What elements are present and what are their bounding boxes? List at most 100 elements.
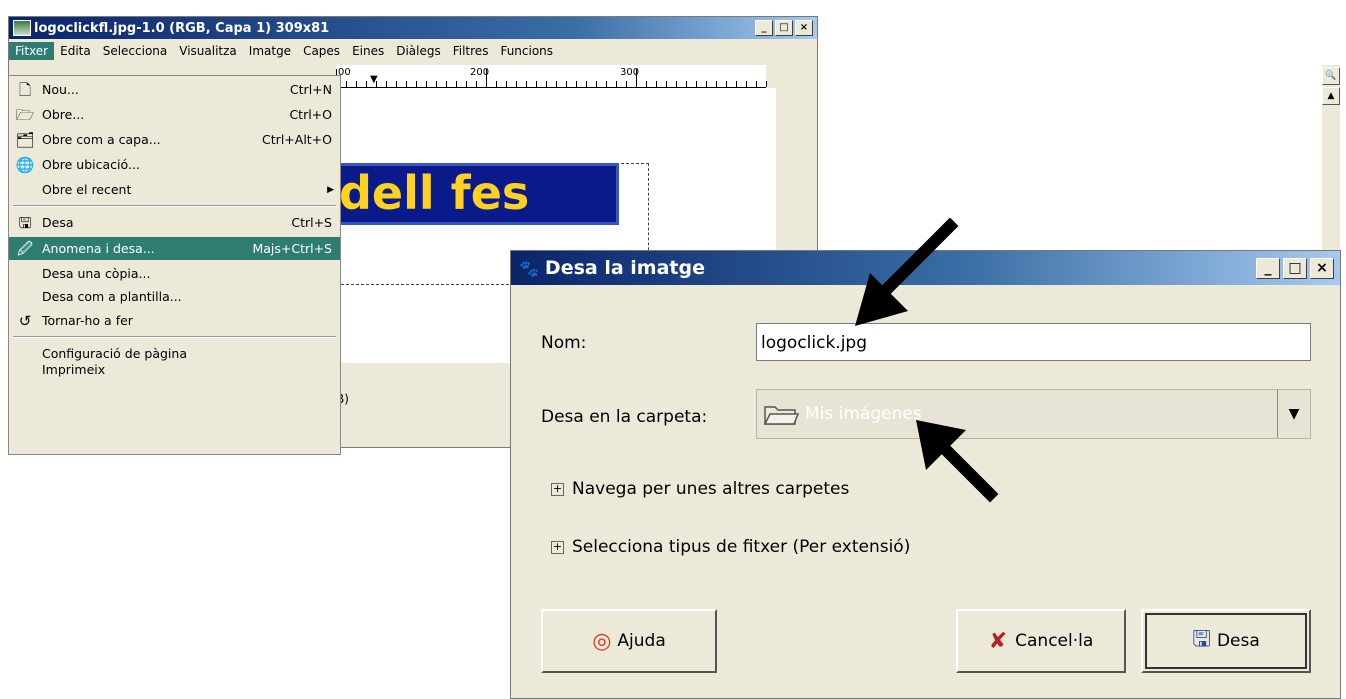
menu-item-anomena-i-desa[interactable]: 🖉 Anomena i desa... Majs+Ctrl+S [9,237,340,260]
expander-label: Navega per unes altres carpetes [572,479,850,499]
cancel-button-label: Cancel·la [1015,631,1094,651]
ruler-tick [746,81,747,87]
ruler-tick [766,81,767,87]
menu-imatge[interactable]: Imatge [243,42,297,60]
menu-item-obre[interactable]: 🗁 Obre... Ctrl+O [9,103,340,126]
menu-item-nou[interactable]: 🗋 Nou... Ctrl+N [9,78,340,101]
close-button[interactable]: × [795,20,813,36]
maximize-button[interactable]: □ [775,20,793,36]
menu-item-label: Anomena i desa... [42,241,155,256]
menu-item-obre-ubicacio[interactable]: 🌐 Obre ubicació... [9,153,340,176]
save-button[interactable]: 🖫 Desa [1141,609,1311,673]
horizontal-ruler: 00 200 300 ▼ [336,65,767,88]
menubar: Fitxer Edita Selecciona Visualitza Imatg… [9,41,817,61]
ruler-tick [386,81,387,87]
ruler-tick [406,81,407,87]
dialog-title: Desa la imatge [544,257,705,279]
zoom-icon[interactable]: 🔍 [1322,67,1340,85]
ruler-tick [526,81,527,87]
menu-fitxer[interactable]: Fitxer [9,42,55,60]
menu-item-label: Nou... [42,82,79,97]
menu-item-label: Imprimeix [42,361,106,377]
ruler-tick [496,81,497,87]
save-button-label: Desa [1216,631,1260,651]
menu-funcions[interactable]: Funcions [494,42,559,60]
ruler-tick [506,81,507,87]
menu-item-label: Desa una còpia... [42,266,151,281]
annotation-arrow-name [855,218,959,326]
menu-item-label: Obre el recent [42,182,132,197]
menu-filtres[interactable]: Filtres [447,42,495,60]
ruler-tick [616,81,617,87]
menu-item-obre-recent[interactable]: Obre el recent ▶ [9,178,340,201]
maximize-button[interactable]: □ [1283,258,1307,279]
ruler-tick [516,81,517,87]
cancel-button[interactable]: ✘ Cancel·la [956,609,1126,673]
menu-capes[interactable]: Capes [297,42,346,60]
ruler-tick [356,81,357,87]
ruler-tick [646,81,647,87]
folder-value: Mis imágenes [805,404,922,424]
file-type-expander[interactable]: + Selecciona tipus de fitxer (Per extensi… [551,537,910,557]
menu-eines[interactable]: Eines [346,42,390,60]
close-button[interactable]: × [1310,258,1334,279]
ruler-tick [446,81,447,87]
ruler-tick [676,81,677,87]
ruler-tick [466,81,467,87]
ruler-tick [416,81,417,87]
menu-item-label: Obre com a capa... [42,132,161,147]
file-menu: 🗋 Nou... Ctrl+N 🗁 Obre... Ctrl+O 🗂 Obre … [8,75,341,455]
menu-separator [13,336,336,338]
menu-item-shortcut: Ctrl+O [289,107,332,122]
scroll-up-button[interactable]: ▲ [1322,87,1340,105]
expander-label: Selecciona tipus de fitxer (Per extensió… [572,537,911,557]
menu-dialegs[interactable]: Diàlegs [390,42,447,60]
logo-image: dell fes Clic [336,163,619,225]
image-window-titlebar[interactable]: logoclickfl.jpg-1.0 (RGB, Capa 1) 309x81… [9,17,817,39]
menu-visualitza[interactable]: Visualitza [173,42,243,60]
ruler-tick [426,81,427,87]
menu-edita[interactable]: Edita [54,42,97,60]
gimp-wilber-icon: 🐾 [519,258,539,278]
save-as-icon: 🖉 [17,239,33,258]
folder-label: Desa en la carpeta: [541,407,708,427]
ruler-tick [626,81,627,87]
ruler-tick [596,81,597,87]
annotation-arrow-folder [916,420,999,503]
open-folder-icon: 🗁 [15,105,35,124]
save-icon: 🖫 [18,213,32,232]
menu-item-desa-com-a-plantilla[interactable]: Desa com a plantilla... [9,285,340,308]
menu-item-shortcut: Ctrl+S [291,215,332,230]
ruler-tick [546,81,547,87]
ruler-tick [586,81,587,87]
ruler-tick [726,81,727,87]
browse-folders-expander[interactable]: + Navega per unes altres carpetes [551,479,849,499]
menu-item-tornar-ho-a-fer[interactable]: ↺ Tornar-ho a fer [9,309,340,332]
menu-item-label: Obre... [42,107,85,122]
revert-icon: ↺ [18,311,32,330]
ruler-tick [686,81,687,87]
minimize-button[interactable]: _ [755,20,773,36]
ruler-tick [376,81,377,87]
menu-item-desa[interactable]: 🖫 Desa Ctrl+S [9,211,340,234]
minimize-button[interactable]: _ [1256,258,1280,279]
ruler-tick [636,69,637,87]
menu-item-label: Tornar-ho a fer [42,313,133,328]
menu-selecciona[interactable]: Selecciona [97,42,174,60]
folder-combo[interactable]: Mis imágenes ▼ [756,389,1311,439]
ruler-tick [576,81,577,87]
menu-item-obre-com-a-capa[interactable]: 🗂 Obre com a capa... Ctrl+Alt+O [9,128,340,151]
globe-icon: 🌐 [15,155,35,174]
menu-item-shortcut: Majs+Ctrl+S [252,241,332,256]
ruler-tick [706,81,707,87]
menu-item-desa-una-copia[interactable]: Desa una còpia... [9,262,340,285]
chevron-down-icon[interactable]: ▼ [1277,390,1310,438]
save-icon: 🖫 [1192,627,1211,652]
ruler-tick [366,81,367,87]
cancel-x-icon: ✘ [988,628,1008,654]
help-button[interactable]: ◎ Ajuda [541,609,717,673]
expand-icon: + [551,481,564,496]
gimp-image-icon [13,20,31,36]
ruler-tick [556,81,557,87]
menu-item-imprimeix[interactable]: Imprimeix [9,359,340,379]
